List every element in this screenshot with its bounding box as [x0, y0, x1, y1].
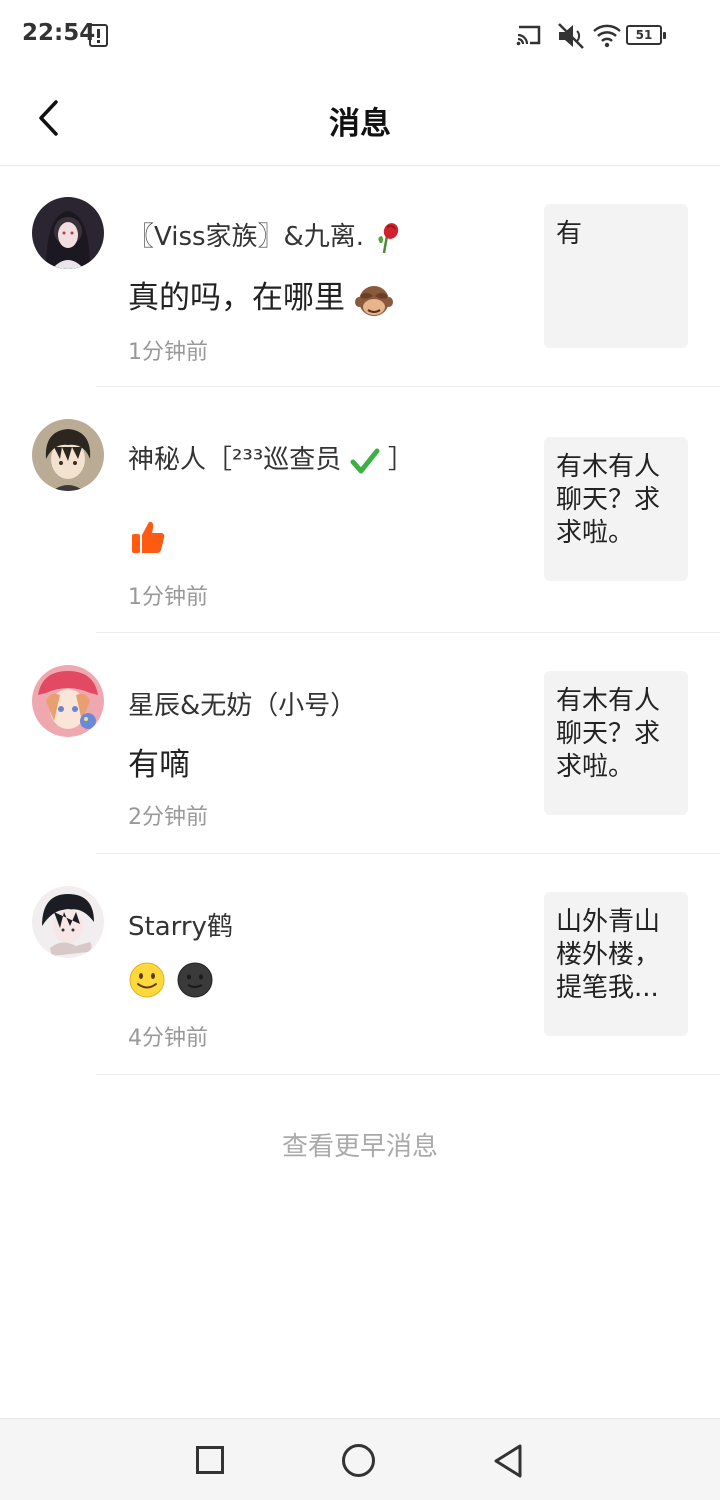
alert-icon — [89, 24, 108, 47]
wifi-icon — [593, 24, 621, 48]
bracket-close: ］ — [387, 445, 414, 475]
new-moon-face-icon — [177, 962, 213, 997]
cast-icon — [516, 25, 541, 46]
mute-icon — [558, 23, 584, 49]
back-icon[interactable] — [492, 1443, 524, 1479]
page-title: 消息 — [329, 106, 391, 142]
see-no-evil-monkey-icon — [354, 285, 393, 316]
message-content — [128, 517, 168, 557]
sender-name: 〖Viss家族〗&九离. — [128, 216, 402, 255]
recent-apps-icon[interactable] — [196, 1446, 224, 1474]
navigation-bar — [0, 1418, 720, 1500]
message-content: 有嘀 — [128, 747, 190, 783]
thumbs-up-icon — [132, 521, 165, 553]
check-mark-icon — [350, 448, 380, 473]
home-icon[interactable] — [342, 1444, 375, 1477]
avatar[interactable] — [32, 197, 104, 269]
message-item[interactable]: 星辰&无妨（小号） 有嘀 2分钟前 有木有人聊天？求求啦。 — [0, 633, 720, 854]
avatar[interactable] — [32, 886, 104, 958]
wilted-rose-icon — [378, 222, 399, 253]
battery-level: 51 — [635, 28, 653, 42]
message-item[interactable]: 〖Viss家族〗&九离. 真的吗，在哪里 1分钟前 有 — [0, 166, 720, 387]
message-content: 真的吗，在哪里 — [128, 272, 393, 318]
status-bar: 22:54 51 — [0, 0, 720, 70]
message-time: 2分钟前 — [128, 805, 208, 830]
status-time: 22:54 — [22, 20, 96, 46]
sender-name: 神秘人［²³³巡查员 ］ — [128, 445, 414, 475]
message-content — [128, 960, 214, 999]
message-item[interactable]: Starry鹤 4分钟前 山外青山楼外楼，提笔我... — [0, 854, 720, 1075]
message-time: 1分钟前 — [128, 340, 208, 365]
message-time: 4分钟前 — [128, 1026, 208, 1051]
post-preview[interactable]: 有木有人聊天？求求啦。 — [544, 671, 688, 815]
avatar[interactable] — [32, 419, 104, 491]
sender-name: Starry鹤 — [128, 912, 233, 942]
post-preview[interactable]: 山外青山楼外楼，提笔我... — [544, 892, 688, 1036]
post-preview[interactable]: 有 — [544, 204, 688, 348]
sender-name: 星辰&无妨（小号） — [128, 691, 357, 721]
message-item[interactable]: 神秘人［²³³巡查员 ］ 1分钟前 有木有人聊天？求求啦。 — [0, 387, 720, 633]
avatar[interactable] — [32, 665, 104, 737]
battery-icon: 51 — [626, 25, 666, 45]
slightly-smiling-face-icon — [129, 962, 165, 997]
divider — [96, 1074, 720, 1075]
message-time: 1分钟前 — [128, 585, 208, 610]
view-earlier-messages-link[interactable]: 查看更早消息 — [0, 1126, 720, 1163]
post-preview[interactable]: 有木有人聊天？求求啦。 — [544, 437, 688, 581]
header: 消息 — [0, 70, 720, 166]
